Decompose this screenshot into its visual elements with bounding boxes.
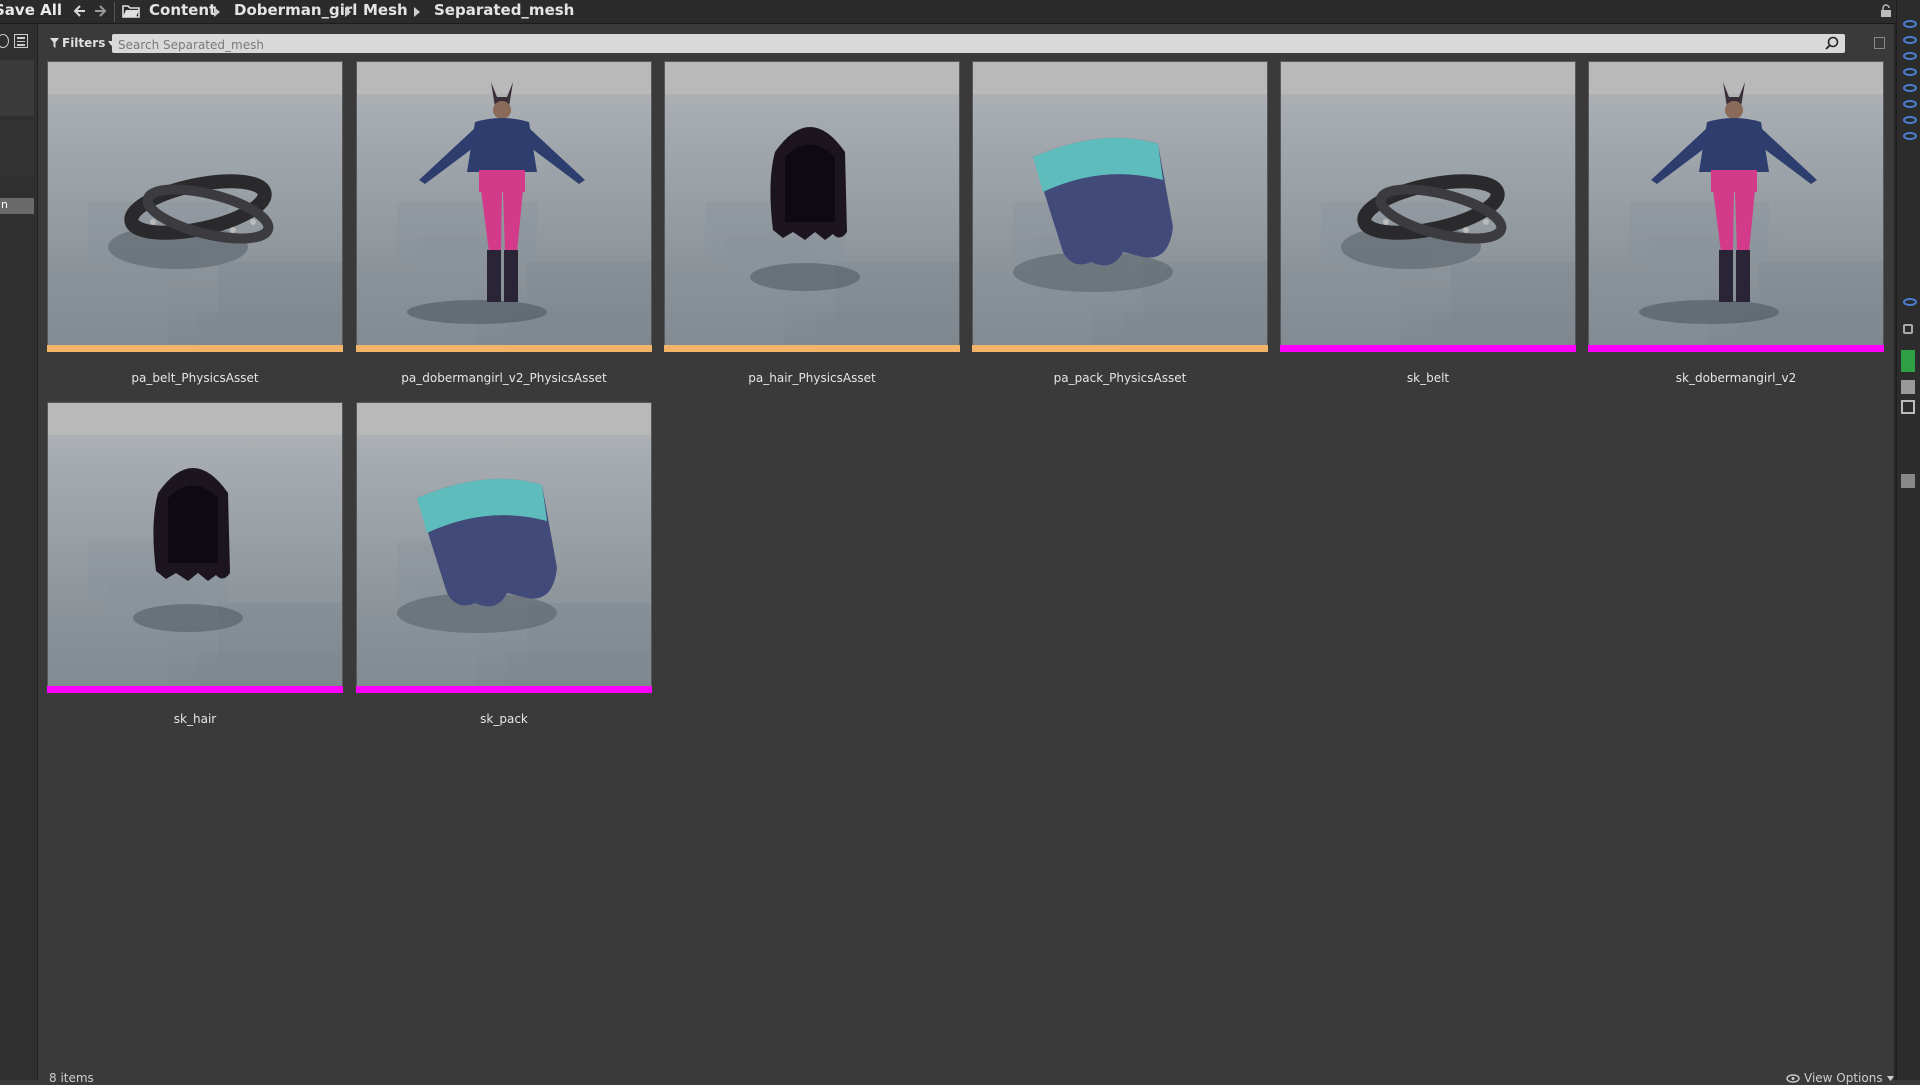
asset-type-color-bar: [356, 686, 652, 693]
asset-name-label: pa_pack_PhysicsAsset: [1053, 371, 1187, 385]
visibility-eye-icon[interactable]: [1903, 132, 1917, 140]
lock-icon[interactable]: [1880, 4, 1892, 18]
add-icon[interactable]: [1901, 350, 1915, 372]
forward-arrow-icon[interactable]: [92, 2, 108, 20]
breadcrumb-separator-icon[interactable]: [214, 7, 220, 17]
hand-icon[interactable]: [1903, 324, 1913, 334]
asset-type-color-bar: [664, 345, 960, 352]
visibility-eye-icon[interactable]: [1903, 100, 1917, 108]
asset-thumbnail-girl: [1589, 62, 1883, 347]
visibility-eye-icon[interactable]: [1903, 68, 1917, 76]
filters-dropdown-button[interactable]: Filters: [46, 34, 119, 52]
sources-panel-section: [0, 60, 34, 116]
sources-panel-section: [0, 120, 34, 176]
selected-folder-row[interactable]: n: [0, 198, 34, 214]
visibility-eye-icon[interactable]: [1903, 52, 1917, 60]
visibility-eye-icon[interactable]: [1903, 116, 1917, 124]
asset-tile-skeletal-mesh[interactable]: [47, 402, 343, 693]
asset-type-color-bar: [356, 345, 652, 352]
breadcrumb-separator-icon[interactable]: [345, 7, 351, 17]
asset-thumbnail-belt: [1281, 62, 1575, 347]
breadcrumb-separated-mesh[interactable]: Separated_mesh: [434, 1, 574, 19]
eye-icon: [1786, 1073, 1800, 1083]
asset-thumbnail-pack: [357, 403, 651, 688]
home-icon[interactable]: [1901, 400, 1915, 414]
asset-tile-physics-asset[interactable]: [356, 61, 652, 352]
asset-name-label: pa_dobermangirl_v2_PhysicsAsset: [401, 371, 607, 385]
asset-tile-skeletal-mesh[interactable]: [356, 402, 652, 693]
content-browser-toolbar: Save All Content Doberman_girl Mesh Sepa…: [0, 0, 1920, 24]
asset-thumbnail-hair: [48, 403, 342, 688]
save-all-button[interactable]: Save All: [0, 1, 62, 19]
search-field-icon[interactable]: [1901, 474, 1915, 488]
item-count-text: 8 items: [49, 1071, 94, 1085]
asset-type-color-bar: [1280, 345, 1576, 352]
asset-name-label: sk_dobermangirl_v2: [1675, 371, 1797, 385]
asset-name-label: pa_belt_PhysicsAsset: [131, 371, 259, 385]
visibility-eye-icon[interactable]: [1903, 298, 1917, 306]
visibility-eye-icon[interactable]: [1903, 36, 1917, 44]
asset-name-label: pa_hair_PhysicsAsset: [748, 371, 876, 385]
visibility-eye-icon[interactable]: [1903, 84, 1917, 92]
asset-type-color-bar: [1588, 345, 1884, 352]
toolbar-divider: [114, 2, 115, 22]
search-field-icon[interactable]: [1901, 380, 1915, 394]
asset-type-color-bar: [47, 345, 343, 352]
view-options-label: View Options: [1804, 1071, 1883, 1085]
history-icon[interactable]: [0, 34, 9, 48]
search-icon[interactable]: [1825, 36, 1839, 50]
asset-name-label: sk_belt: [1406, 371, 1450, 385]
breadcrumb-content[interactable]: Content: [149, 1, 216, 19]
folder-icon: [122, 5, 140, 18]
list-view-icon[interactable]: [14, 34, 28, 48]
right-side-panel-collapsed: [1896, 0, 1920, 1080]
asset-thumbnail-pack: [973, 62, 1267, 347]
search-input[interactable]: [112, 35, 1845, 55]
search-box[interactable]: [112, 34, 1845, 55]
breadcrumb-mesh[interactable]: Mesh: [363, 1, 408, 19]
save-search-icon[interactable]: [1874, 37, 1885, 49]
asset-thumbnail-belt: [48, 62, 342, 347]
asset-name-label: sk_hair: [173, 712, 217, 726]
filters-label: Filters: [62, 36, 106, 50]
back-arrow-icon[interactable]: [72, 2, 88, 20]
asset-type-color-bar: [972, 345, 1268, 352]
asset-name-label: sk_pack: [480, 712, 528, 726]
asset-tile-skeletal-mesh[interactable]: [1588, 61, 1884, 352]
breadcrumb-separator-icon[interactable]: [414, 7, 420, 17]
asset-thumbnail-hair: [665, 62, 959, 347]
filter-funnel-icon: [50, 38, 59, 48]
view-options-button[interactable]: View Options: [1786, 1071, 1894, 1085]
asset-tile-physics-asset[interactable]: [664, 61, 960, 352]
asset-tile-skeletal-mesh[interactable]: [1280, 61, 1576, 352]
breadcrumb-doberman-girl[interactable]: Doberman_girl: [234, 1, 357, 19]
asset-tile-physics-asset[interactable]: [972, 61, 1268, 352]
asset-tile-physics-asset[interactable]: [47, 61, 343, 352]
asset-type-color-bar: [47, 686, 343, 693]
sources-panel-collapsed: n: [0, 24, 38, 1080]
asset-thumbnail-girl: [357, 62, 651, 347]
visibility-eye-icon[interactable]: [1903, 20, 1917, 28]
